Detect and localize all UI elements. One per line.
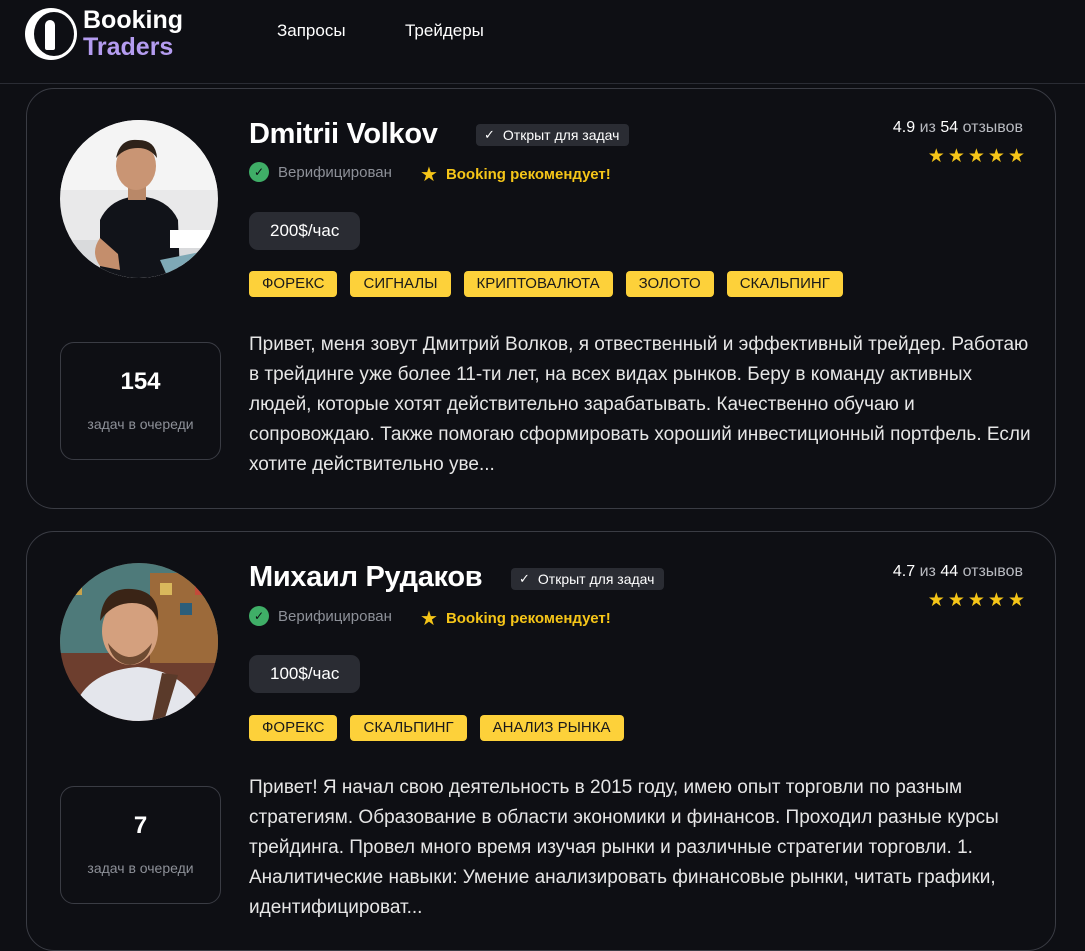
star-icon: ★ (420, 608, 438, 630)
verified-label: Верифицирован (278, 163, 392, 181)
booking-recommends: ★ Booking рекомендует! (420, 162, 611, 187)
tag[interactable]: СИГНАЛЫ (350, 271, 451, 297)
brand-name-line1: Booking (83, 6, 183, 34)
star-icon: ★ (1007, 146, 1025, 167)
queue-count: 7 (133, 812, 148, 839)
tag[interactable]: ЗОЛОТО (625, 271, 714, 297)
rating-value: 4.7 (892, 563, 916, 580)
check-icon: ✓ (484, 127, 495, 142)
tag[interactable]: АНАЛИЗ РЫНКА (479, 715, 624, 741)
check-icon: ✓ (519, 571, 530, 586)
hourly-rate: 100$/час (249, 655, 361, 693)
tasks-queue-box: 7 задач в очереди (60, 786, 221, 904)
star-icon: ★ (1007, 590, 1025, 611)
trader-name[interactable]: Михаил Рудаков (249, 561, 483, 594)
open-for-tasks-badge: ✓ Открыт для задач (476, 124, 630, 146)
recommend-label: Booking рекомендует! (445, 610, 611, 627)
logo-emblem-icon (25, 8, 77, 60)
star-icon: ★ (967, 590, 985, 611)
verified-check-icon: ✓ (249, 162, 269, 182)
review-count: 54 (940, 119, 959, 136)
rating-value: 4.9 (892, 119, 916, 136)
verified-check-icon: ✓ (249, 606, 269, 626)
tag[interactable]: ФОРЕКС (249, 715, 338, 741)
tag[interactable]: КРИПТОВАЛЮТА (463, 271, 613, 297)
queue-count: 154 (120, 368, 161, 395)
recommend-label: Booking рекомендует! (445, 166, 611, 183)
trader-card[interactable]: Михаил Рудаков ✓ Открыт для задач ✓ Вери… (26, 531, 1056, 951)
brand-logo[interactable]: Booking Traders (25, 6, 183, 62)
verified-status: ✓ Верифицирован (249, 606, 392, 626)
tag[interactable]: ФОРЕКС (249, 271, 338, 297)
nav-requests[interactable]: Запросы (277, 21, 346, 41)
open-for-tasks-label: Открыт для задач (537, 571, 655, 587)
rating-summary: 4.9 из 54 отзывов (893, 119, 1023, 137)
star-icon: ★ (927, 590, 945, 611)
trader-name[interactable]: Dmitrii Volkov (249, 118, 438, 151)
tag[interactable]: СКАЛЬПИНГ (726, 271, 843, 297)
trader-card[interactable]: Dmitrii Volkov ✓ Открыт для задач ✓ Вери… (26, 88, 1056, 509)
rating-stars: ★ ★ ★ ★ ★ (928, 591, 1025, 611)
trader-description: Привет, меня зовут Дмитрий Волков, я отв… (249, 334, 1031, 475)
queue-label: задач в очереди (87, 860, 194, 876)
reviews-word: отзывов (962, 119, 1023, 136)
rating-of: из (919, 563, 936, 580)
star-icon: ★ (987, 146, 1005, 167)
tag[interactable]: СКАЛЬПИНГ (350, 715, 467, 741)
rating-of: из (919, 119, 936, 136)
booking-recommends: ★ Booking рекомендует! (420, 606, 611, 631)
star-icon: ★ (927, 146, 945, 167)
trader-avatar[interactable] (60, 563, 218, 721)
reviews-word: отзывов (962, 563, 1023, 580)
trader-avatar[interactable] (60, 120, 218, 278)
tasks-queue-box: 154 задач в очереди (60, 342, 221, 460)
trader-tags: ФОРЕКС СИГНАЛЫ КРИПТОВАЛЮТА ЗОЛОТО СКАЛЬ… (249, 271, 843, 297)
review-count: 44 (940, 563, 959, 580)
brand-name-line2: Traders (83, 33, 174, 61)
star-icon: ★ (947, 590, 965, 611)
star-icon: ★ (987, 590, 1005, 611)
nav-traders[interactable]: Трейдеры (405, 21, 484, 41)
hourly-rate: 200$/час (249, 212, 361, 250)
open-for-tasks-badge: ✓ Открыт для задач (511, 568, 665, 590)
trader-tags: ФОРЕКС СКАЛЬПИНГ АНАЛИЗ РЫНКА (249, 715, 624, 741)
verified-label: Верифицирован (278, 607, 392, 625)
star-icon: ★ (967, 146, 985, 167)
verified-status: ✓ Верифицирован (249, 162, 392, 182)
rating-stars: ★ ★ ★ ★ ★ (928, 147, 1025, 167)
trader-description: Привет! Я начал свою деятельность в 2015… (249, 777, 999, 918)
rating-summary: 4.7 из 44 отзывов (893, 563, 1023, 581)
queue-label: задач в очереди (87, 416, 194, 432)
open-for-tasks-label: Открыт для задач (502, 127, 620, 143)
star-icon: ★ (947, 146, 965, 167)
top-header: Booking Traders Запросы Трейдеры (0, 0, 1085, 84)
star-icon: ★ (420, 164, 438, 186)
